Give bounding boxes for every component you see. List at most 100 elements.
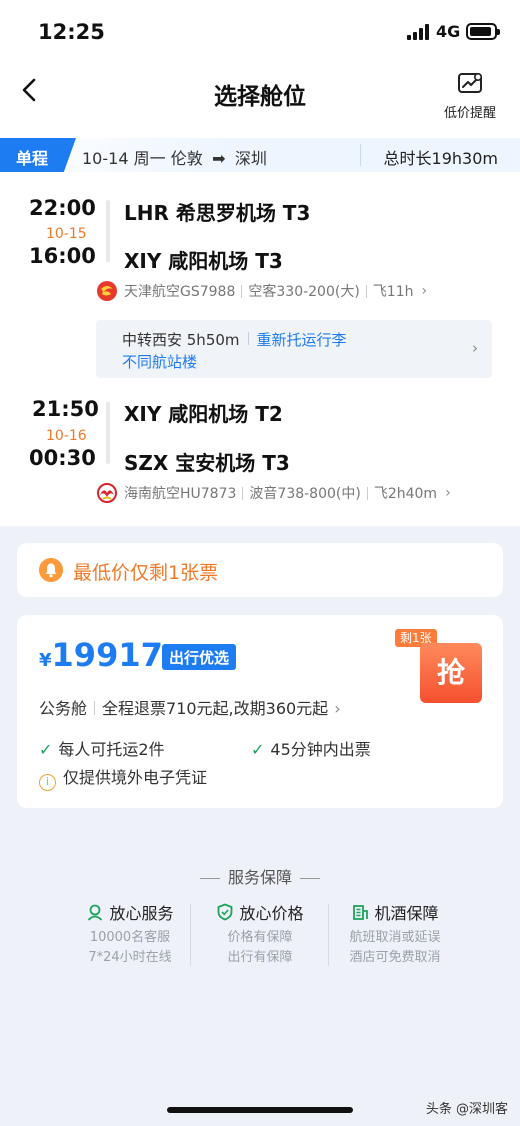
airline-flight: 天津航空GS7988 (124, 284, 236, 300)
fare-card[interactable]: ¥19917 出行优选 剩1张 抢 公务舱 全程退票710元起,改期360元起 › … (17, 615, 503, 808)
service-title: 服务保障 (0, 864, 520, 888)
arrival-date: 10-16 (46, 428, 87, 444)
preferred-badge: 出行优选 (162, 644, 237, 670)
airline-info[interactable]: 海南航空HU7873 波音738-800(中) 飞2h40m › (96, 482, 451, 504)
feature-baggage: ✓ 每人可托运2件 (39, 736, 165, 760)
service-item-title: 机酒保障 (374, 904, 439, 923)
check-icon: ✓ (39, 740, 53, 759)
hainan-airlines-logo-icon (97, 483, 117, 503)
network-type: 4G (436, 22, 461, 41)
flight-segment-2: 21:50 10-16 00:30 XIY 咸阳机场 T2 SZX 宝安机场 T… (0, 394, 520, 514)
divider (242, 486, 244, 500)
airline-flight: 海南航空HU7873 (124, 486, 237, 502)
tianjin-airlines-logo-icon (97, 281, 117, 301)
service-item: 机酒保障 航班取消或延误 酒店可免费取消 (320, 900, 470, 968)
service-line: 7*24小时在线 (88, 950, 172, 965)
price-alert-button[interactable]: 低价提醒 (440, 72, 500, 121)
to-city: 深圳 (234, 149, 267, 168)
battery-icon (466, 23, 500, 40)
nav-bar: 选择舱位 低价提醒 (0, 60, 520, 136)
divider (94, 701, 96, 715)
recheck-baggage: 重新托运行李 (256, 331, 347, 349)
home-indicator[interactable] (167, 1107, 353, 1113)
service-item-title: 放心价格 (239, 904, 304, 923)
voucher-text: 仅提供境外电子凭证 (63, 768, 208, 787)
departure-airport: LHR 希思罗机场 T3 (124, 201, 311, 225)
service-item-desc: 航班取消或延误 酒店可免费取消 (320, 928, 470, 968)
service-item: 放心价格 价格有保障 出行有保障 (185, 900, 335, 968)
total-duration: 总时长19h30m (383, 149, 498, 168)
status-time: 12:25 (38, 20, 105, 44)
currency-symbol: ¥ (39, 650, 52, 671)
service-line: 价格有保障 (227, 930, 293, 945)
service-line: 航班取消或延误 (349, 930, 441, 945)
terminal-change: 不同航站楼 (122, 353, 198, 371)
aircraft-type: 波音738-800(中) (249, 486, 361, 502)
service-title-text: 服务保障 (227, 868, 292, 887)
departure-airport: XIY 咸阳机场 T2 (124, 402, 283, 426)
info-icon: i (39, 774, 56, 791)
airline-info[interactable]: 天津航空GS7988 空客330-200(大) 飞11h › (96, 280, 427, 302)
divider (365, 284, 367, 298)
aircraft-type: 空客330-200(大) (248, 284, 360, 300)
flight-duration: 飞2h40m (373, 486, 438, 502)
flight-segment-1: 22:00 10-15 16:00 LHR 希思罗机场 T3 XIY 咸阳机场 … (0, 192, 520, 312)
divider (247, 332, 249, 345)
price-shield-icon (218, 903, 233, 921)
divider (199, 878, 220, 879)
service-item-title: 放心服务 (109, 904, 174, 923)
transfer-info-card[interactable]: 中转西安 5h50m 重新托运行李 不同航站楼 › (96, 320, 492, 378)
arrival-time: 16:00 (29, 244, 96, 268)
price-alert-label: 低价提醒 (443, 106, 496, 121)
transfer-line: 中转西安 5h50m 重新托运行李 (122, 329, 347, 350)
departure-time: 21:50 (32, 397, 99, 421)
refund-policy: 全程退票710元起,改期360元起 (102, 699, 329, 718)
book-button[interactable]: 抢 (420, 643, 482, 703)
departure-time: 22:00 (29, 196, 96, 220)
divider (241, 284, 243, 298)
cabin-class: 公务舱 (39, 699, 88, 718)
signal-icon (407, 24, 431, 40)
check-icon: ✓ (251, 740, 265, 759)
arrival-date: 10-15 (46, 226, 87, 242)
service-line: 酒店可免费取消 (349, 950, 441, 965)
status-bar: 12:25 4G (0, 0, 520, 60)
arrival-time: 00:30 (29, 446, 96, 470)
low-price-notice: 最低价仅剩1张票 (17, 543, 503, 597)
route-info: 10-14 周一 伦敦 ➡ 深圳 (82, 145, 267, 169)
bell-icon (39, 558, 63, 582)
feature-ticketing: ✓ 45分钟内出票 (251, 736, 371, 760)
hotel-building-icon (353, 905, 369, 920)
service-heading: 机酒保障 (320, 900, 470, 924)
divider (360, 144, 361, 166)
cabin-policy[interactable]: 公务舱 全程退票710元起,改期360元起 › (39, 695, 341, 719)
service-heading: 放心价格 (185, 900, 335, 924)
customer-service-icon (88, 904, 103, 921)
chevron-right-icon: › (445, 485, 451, 501)
notice-text: 最低价仅剩1张票 (73, 562, 219, 584)
service-heading: 放心服务 (55, 900, 205, 924)
service-item-desc: 价格有保障 出行有保障 (185, 928, 335, 968)
route-header: 单程 10-14 周一 伦敦 ➡ 深圳 总时长19h30m (0, 138, 520, 172)
route-arrow-icon: ➡ (212, 149, 226, 168)
trip-type-tag: 单程 (0, 138, 76, 172)
transfer-city-time: 中转西安 5h50m (122, 331, 240, 349)
watermark: 头条 @深圳客 (425, 1102, 508, 1117)
segment-line (106, 402, 110, 464)
chart-alert-icon (458, 72, 482, 93)
chevron-right-icon: › (421, 283, 428, 299)
chevron-right-icon: › (334, 699, 341, 718)
price-amount: 19917 (51, 636, 163, 674)
route-date: 10-14 周一 (82, 149, 166, 168)
feature-voucher: i 仅提供境外电子凭证 (39, 764, 207, 791)
flight-duration: 飞11h (372, 284, 414, 300)
arrival-airport: SZX 宝安机场 T3 (124, 451, 290, 475)
chevron-right-icon: › (472, 339, 478, 357)
service-line: 10000名客服 (89, 930, 171, 945)
service-item: 放心服务 10000名客服 7*24小时在线 (55, 900, 205, 968)
fare-price: ¥19917 (39, 636, 163, 674)
divider (300, 878, 320, 879)
divider (366, 486, 368, 500)
ticketing-text: 45分钟内出票 (270, 740, 371, 759)
service-item-desc: 10000名客服 7*24小时在线 (55, 928, 205, 968)
